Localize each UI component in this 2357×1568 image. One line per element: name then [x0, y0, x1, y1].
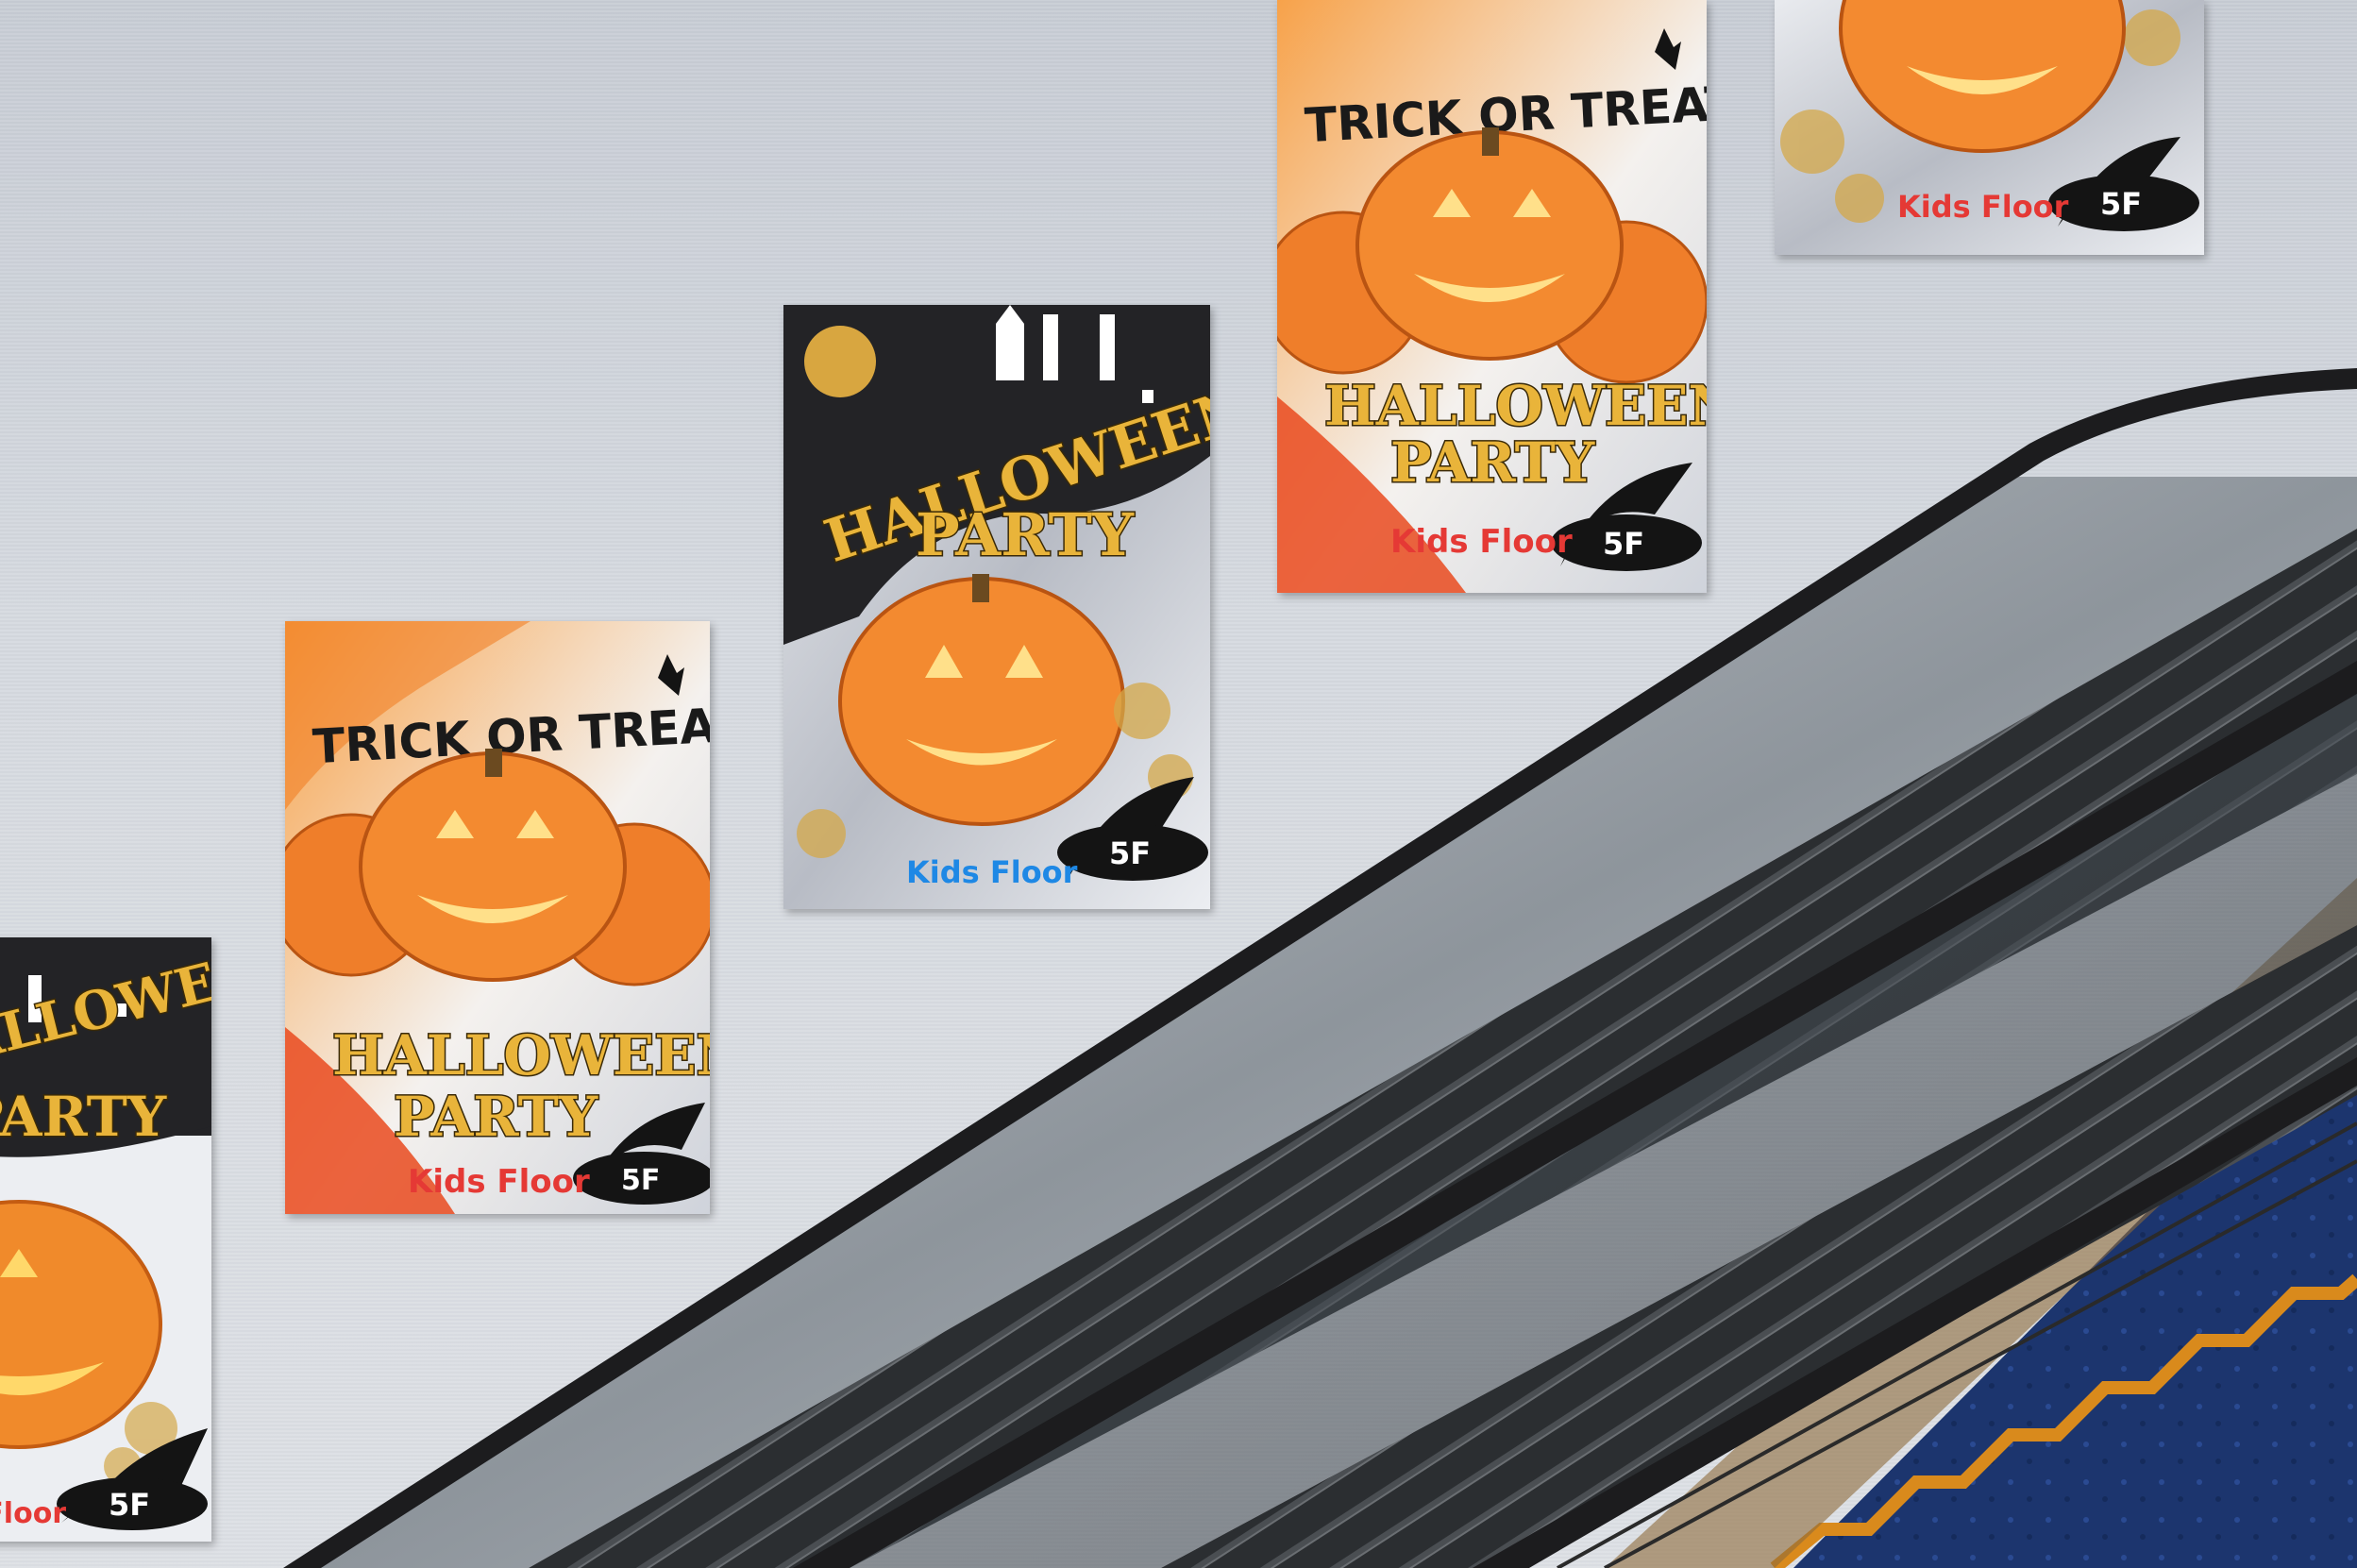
- poster-1-brand: Kids Floor: [0, 1497, 66, 1530]
- poster-3-brand: Kids Floor: [906, 854, 1078, 890]
- poster-4-title-line2: PARTY: [1390, 430, 1595, 495]
- poster-4: TRICK OR TREAT HALLOWEEN PARTY 5F Kids F…: [1277, 0, 1707, 593]
- poster-2-title-line2: PARTY: [394, 1085, 598, 1149]
- poster-3-title-line2: PARTY: [916, 500, 1135, 569]
- poster-3: HALLOWEEN PARTY 5F Kids Floor: [783, 305, 1210, 909]
- poster-4-title-line1: HALLOWEEN: [1324, 374, 1707, 438]
- poster-2-brand: Kids Floor: [408, 1163, 590, 1201]
- poster-5-floor: 5F: [2100, 186, 2142, 222]
- poster-1-title-line2: PARTY: [0, 1085, 167, 1149]
- poster-2-title-line1: HALLOWEEN: [332, 1023, 710, 1087]
- poster-3-floor: 5F: [1109, 835, 1151, 871]
- poster-2: TRICK OR TREAT HALLOWEEN PARTY 5F Kids F…: [285, 621, 710, 1214]
- poster-4-floor: 5F: [1603, 526, 1644, 562]
- poster-2-floor: 5F: [621, 1164, 660, 1197]
- photo-scene: HALLOWEEN PARTY 5F Kids Floor: [0, 0, 2357, 1568]
- poster-4-brand: Kids Floor: [1390, 523, 1573, 561]
- poster-1: HALLOWEEN PARTY 5F Kids Floor: [0, 937, 211, 1542]
- poster-1-floor: 5F: [109, 1487, 150, 1523]
- poster-5-brand: Kids Floor: [1897, 189, 2069, 225]
- poster-5: 5F Kids Floor: [1775, 0, 2204, 255]
